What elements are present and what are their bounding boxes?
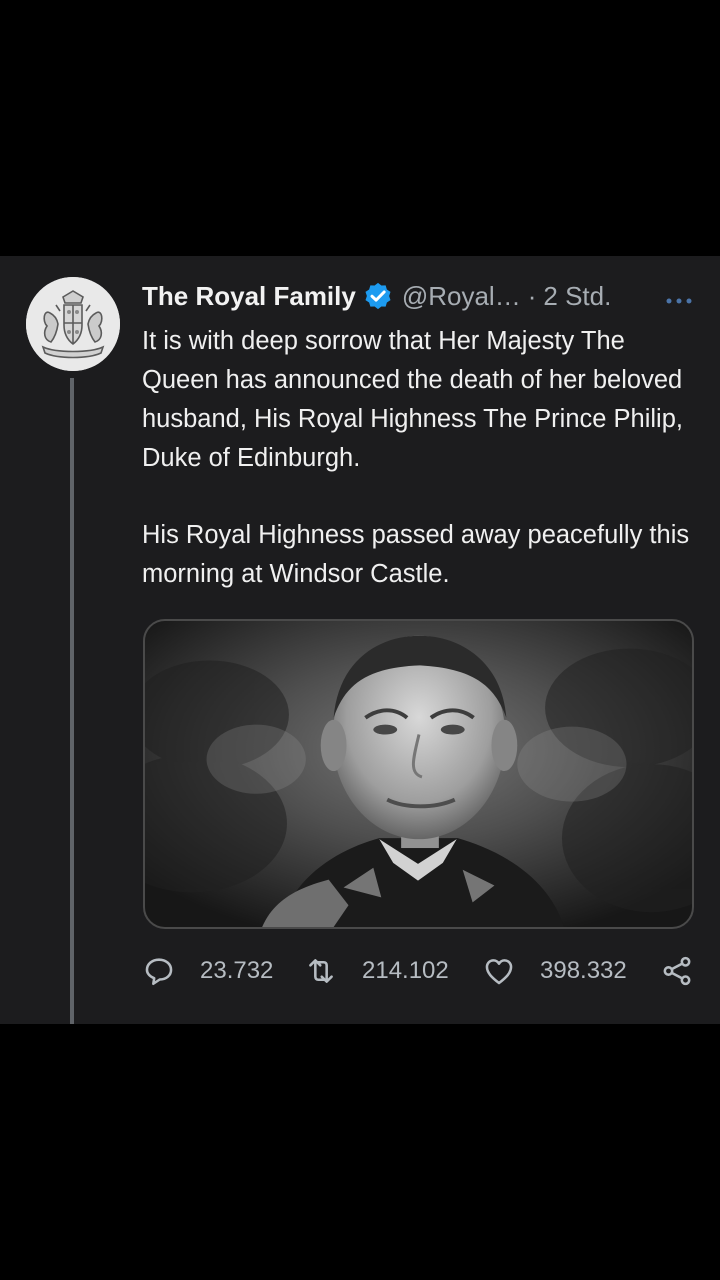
retweet-button[interactable]: 214.102 xyxy=(304,954,449,988)
more-options-icon[interactable] xyxy=(664,296,694,306)
heart-icon xyxy=(485,959,513,985)
portrait-photo xyxy=(145,621,692,927)
author-name[interactable]: The Royal Family xyxy=(142,281,356,312)
tweet-actions: 23.732 214.102 398.332 xyxy=(142,954,698,988)
tweet-paragraph-2: His Royal Highness passed away peacefull… xyxy=(142,521,690,588)
like-button[interactable]: 398.332 xyxy=(482,954,627,988)
reply-button[interactable]: 23.732 xyxy=(142,954,273,988)
share-button[interactable] xyxy=(660,954,694,988)
author-handle[interactable]: @Royal… xyxy=(402,281,521,312)
tweet-time[interactable]: 2 Std. xyxy=(543,281,611,312)
avatar[interactable] xyxy=(26,277,120,371)
tweet-body: It is with deep sorrow that Her Majesty … xyxy=(142,322,702,594)
verified-badge-icon xyxy=(365,282,391,310)
retweet-icon xyxy=(309,959,333,983)
separator-dot: · xyxy=(527,280,537,311)
thread-line xyxy=(70,378,74,1024)
like-count: 398.332 xyxy=(540,957,627,984)
tweet-card[interactable]: The Royal Family @Royal… · 2 Std. It is … xyxy=(0,256,720,1024)
tweet-header: The Royal Family @Royal… · 2 Std. xyxy=(142,278,702,314)
share-icon xyxy=(663,956,691,986)
royal-coat-of-arms-icon xyxy=(26,277,120,371)
reply-icon xyxy=(145,958,173,986)
reply-count: 23.732 xyxy=(200,957,274,984)
retweet-count: 214.102 xyxy=(362,957,449,984)
tweet-paragraph-1: It is with deep sorrow that Her Majesty … xyxy=(142,327,683,472)
tweet-photo[interactable] xyxy=(143,619,694,929)
